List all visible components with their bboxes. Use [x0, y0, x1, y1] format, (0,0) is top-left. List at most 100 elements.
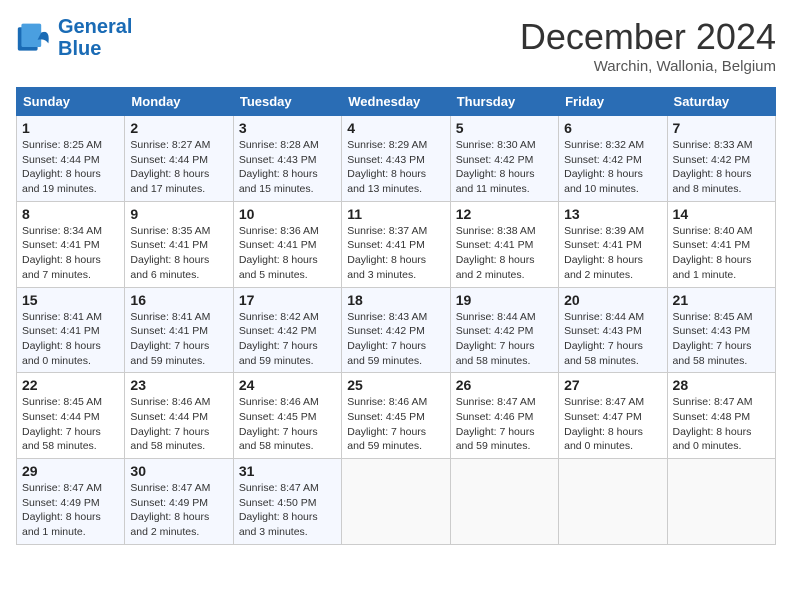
calendar-cell: 4 Sunrise: 8:29 AM Sunset: 4:43 PM Daylig… [342, 116, 450, 202]
day-number: 1 [22, 120, 119, 136]
calendar-cell: 19 Sunrise: 8:44 AM Sunset: 4:42 PM Dayli… [450, 287, 558, 373]
day-number: 4 [347, 120, 444, 136]
day-number: 23 [130, 377, 227, 393]
weekday-header-friday: Friday [559, 88, 667, 116]
day-number: 22 [22, 377, 119, 393]
calendar-cell: 17Sunrise: 8:42 AM Sunset: 4:42 PM Dayli… [233, 287, 341, 373]
day-detail: Sunrise: 8:47 AM Sunset: 4:47 PM Dayligh… [564, 395, 661, 454]
weekday-header-thursday: Thursday [450, 88, 558, 116]
day-detail: Sunrise: 8:46 AM Sunset: 4:45 PM Dayligh… [347, 395, 444, 454]
day-detail: Sunrise: 8:47 AM Sunset: 4:50 PM Dayligh… [239, 481, 336, 540]
day-number: 18 [347, 292, 444, 308]
weekday-header-saturday: Saturday [667, 88, 775, 116]
day-number: 12 [456, 206, 553, 222]
day-number: 25 [347, 377, 444, 393]
calendar-cell [559, 459, 667, 545]
calendar-cell: 31Sunrise: 8:47 AM Sunset: 4:50 PM Dayli… [233, 459, 341, 545]
calendar-cell: 26Sunrise: 8:47 AM Sunset: 4:46 PM Dayli… [450, 373, 558, 459]
day-detail: Sunrise: 8:47 AM Sunset: 4:48 PM Dayligh… [673, 395, 770, 454]
calendar-cell [342, 459, 450, 545]
calendar-cell: 14 Sunrise: 8:40 AM Sunset: 4:41 PM Dayli… [667, 201, 775, 287]
day-number: 9 [130, 206, 227, 222]
day-detail: Sunrise: 8:41 AM Sunset: 4:41 PM Dayligh… [130, 310, 227, 369]
calendar-cell: 5 Sunrise: 8:30 AM Sunset: 4:42 PM Daylig… [450, 116, 558, 202]
day-detail: Sunrise: 8:46 AM Sunset: 4:45 PM Dayligh… [239, 395, 336, 454]
calendar-cell: 1 Sunrise: 8:25 AM Sunset: 4:44 PM Daylig… [17, 116, 125, 202]
calendar-cell: 30 Sunrise: 8:47 AM Sunset: 4:49 PM Dayli… [125, 459, 233, 545]
calendar-cell: 29 Sunrise: 8:47 AM Sunset: 4:49 PM Dayli… [17, 459, 125, 545]
day-detail: Sunrise: 8:33 AM Sunset: 4:42 PM Dayligh… [673, 138, 770, 197]
month-title: December 2024 [520, 16, 776, 58]
day-detail: Sunrise: 8:43 AM Sunset: 4:42 PM Dayligh… [347, 310, 444, 369]
calendar-header-row: SundayMondayTuesdayWednesdayThursdayFrid… [17, 88, 776, 116]
calendar-week-row: 22Sunrise: 8:45 AM Sunset: 4:44 PM Dayli… [17, 373, 776, 459]
day-detail: Sunrise: 8:37 AM Sunset: 4:41 PM Dayligh… [347, 224, 444, 283]
day-number: 3 [239, 120, 336, 136]
calendar-week-row: 29 Sunrise: 8:47 AM Sunset: 4:49 PM Dayli… [17, 459, 776, 545]
calendar-cell: 3Sunrise: 8:28 AM Sunset: 4:43 PM Daylig… [233, 116, 341, 202]
header: General Blue December 2024 Warchin, Wall… [16, 16, 776, 75]
day-detail: Sunrise: 8:25 AM Sunset: 4:44 PM Dayligh… [22, 138, 119, 197]
logo-line1: General [58, 16, 132, 38]
weekday-header-sunday: Sunday [17, 88, 125, 116]
day-detail: Sunrise: 8:36 AM Sunset: 4:41 PM Dayligh… [239, 224, 336, 283]
day-number: 21 [673, 292, 770, 308]
weekday-header-monday: Monday [125, 88, 233, 116]
day-number: 8 [22, 206, 119, 222]
title-area: December 2024 Warchin, Wallonia, Belgium [520, 16, 776, 75]
day-detail: Sunrise: 8:34 AM Sunset: 4:41 PM Dayligh… [22, 224, 119, 283]
day-number: 15 [22, 292, 119, 308]
day-number: 28 [673, 377, 770, 393]
calendar-cell: 18 Sunrise: 8:43 AM Sunset: 4:42 PM Dayli… [342, 287, 450, 373]
calendar-cell: 8 Sunrise: 8:34 AM Sunset: 4:41 PM Daylig… [17, 201, 125, 287]
day-detail: Sunrise: 8:29 AM Sunset: 4:43 PM Dayligh… [347, 138, 444, 197]
day-number: 7 [673, 120, 770, 136]
day-number: 24 [239, 377, 336, 393]
day-detail: Sunrise: 8:47 AM Sunset: 4:49 PM Dayligh… [22, 481, 119, 540]
day-detail: Sunrise: 8:44 AM Sunset: 4:43 PM Dayligh… [564, 310, 661, 369]
logo-text: General Blue [58, 16, 132, 60]
day-detail: Sunrise: 8:41 AM Sunset: 4:41 PM Dayligh… [22, 310, 119, 369]
day-detail: Sunrise: 8:32 AM Sunset: 4:42 PM Dayligh… [564, 138, 661, 197]
calendar-cell: 15 Sunrise: 8:41 AM Sunset: 4:41 PM Dayli… [17, 287, 125, 373]
calendar-week-row: 1 Sunrise: 8:25 AM Sunset: 4:44 PM Daylig… [17, 116, 776, 202]
day-number: 29 [22, 463, 119, 479]
calendar-cell: 10 Sunrise: 8:36 AM Sunset: 4:41 PM Dayli… [233, 201, 341, 287]
day-number: 13 [564, 206, 661, 222]
day-number: 10 [239, 206, 336, 222]
day-detail: Sunrise: 8:44 AM Sunset: 4:42 PM Dayligh… [456, 310, 553, 369]
day-detail: Sunrise: 8:39 AM Sunset: 4:41 PM Dayligh… [564, 224, 661, 283]
day-detail: Sunrise: 8:47 AM Sunset: 4:49 PM Dayligh… [130, 481, 227, 540]
day-detail: Sunrise: 8:27 AM Sunset: 4:44 PM Dayligh… [130, 138, 227, 197]
location-title: Warchin, Wallonia, Belgium [520, 58, 776, 75]
weekday-header-tuesday: Tuesday [233, 88, 341, 116]
day-detail: Sunrise: 8:42 AM Sunset: 4:42 PM Dayligh… [239, 310, 336, 369]
day-number: 20 [564, 292, 661, 308]
calendar-cell: 2 Sunrise: 8:27 AM Sunset: 4:44 PM Daylig… [125, 116, 233, 202]
calendar-cell: 11Sunrise: 8:37 AM Sunset: 4:41 PM Dayli… [342, 201, 450, 287]
calendar-cell: 9 Sunrise: 8:35 AM Sunset: 4:41 PM Daylig… [125, 201, 233, 287]
day-number: 19 [456, 292, 553, 308]
calendar-cell [450, 459, 558, 545]
calendar-cell: 28 Sunrise: 8:47 AM Sunset: 4:48 PM Dayli… [667, 373, 775, 459]
calendar-cell: 23 Sunrise: 8:46 AM Sunset: 4:44 PM Dayli… [125, 373, 233, 459]
day-detail: Sunrise: 8:30 AM Sunset: 4:42 PM Dayligh… [456, 138, 553, 197]
day-detail: Sunrise: 8:40 AM Sunset: 4:41 PM Dayligh… [673, 224, 770, 283]
calendar-cell: 12Sunrise: 8:38 AM Sunset: 4:41 PM Dayli… [450, 201, 558, 287]
logo-icon [16, 20, 52, 56]
day-number: 30 [130, 463, 227, 479]
day-detail: Sunrise: 8:35 AM Sunset: 4:41 PM Dayligh… [130, 224, 227, 283]
calendar-cell: 27Sunrise: 8:47 AM Sunset: 4:47 PM Dayli… [559, 373, 667, 459]
calendar-cell: 7 Sunrise: 8:33 AM Sunset: 4:42 PM Daylig… [667, 116, 775, 202]
day-number: 14 [673, 206, 770, 222]
logo-line2: Blue [58, 38, 101, 60]
weekday-header-wednesday: Wednesday [342, 88, 450, 116]
day-number: 2 [130, 120, 227, 136]
calendar-cell: 21 Sunrise: 8:45 AM Sunset: 4:43 PM Dayli… [667, 287, 775, 373]
day-detail: Sunrise: 8:45 AM Sunset: 4:43 PM Dayligh… [673, 310, 770, 369]
day-detail: Sunrise: 8:46 AM Sunset: 4:44 PM Dayligh… [130, 395, 227, 454]
day-number: 5 [456, 120, 553, 136]
calendar-cell: 16Sunrise: 8:41 AM Sunset: 4:41 PM Dayli… [125, 287, 233, 373]
calendar-cell [667, 459, 775, 545]
calendar-cell: 24 Sunrise: 8:46 AM Sunset: 4:45 PM Dayli… [233, 373, 341, 459]
